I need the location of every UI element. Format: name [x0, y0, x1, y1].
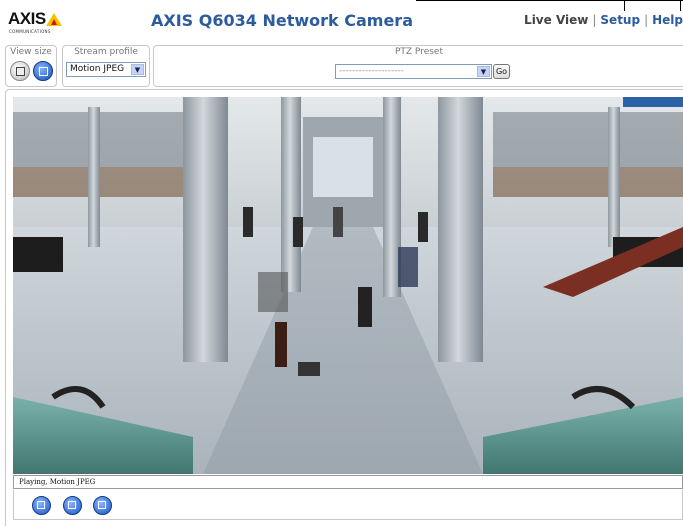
view-size-label: View size [10, 47, 52, 57]
axis-logo[interactable]: AXIS COMMUNICATIONS [8, 10, 66, 34]
snapshot-icon [68, 501, 76, 509]
control-bar: View size Stream profile Motion JPEG ▼ P… [0, 42, 683, 87]
stream-profile-group: Stream profile Motion JPEG ▼ [62, 45, 150, 87]
nav-live-view: Live View [524, 13, 589, 27]
ptz-preset-select[interactable]: -------------------- ▼ [335, 64, 492, 79]
nav-separator: | [592, 13, 597, 27]
ptz-go-button[interactable]: Go [493, 64, 510, 79]
logo-subtext: COMMUNICATIONS [9, 29, 51, 34]
fullscreen-button[interactable] [93, 496, 112, 515]
fullscreen-icon [98, 501, 106, 509]
playback-toolbar [13, 490, 683, 520]
header: AXIS COMMUNICATIONS AXIS Q6034 Network C… [0, 0, 683, 40]
status-bar: Playing, Motion JPEG [13, 475, 683, 489]
stop-icon [37, 501, 45, 509]
logo-text: AXIS [8, 9, 46, 28]
nav-setup-link[interactable]: Setup [600, 13, 640, 27]
half-size-button[interactable] [10, 61, 30, 81]
stop-button[interactable] [32, 496, 51, 515]
stream-profile-value: Motion JPEG [70, 64, 125, 74]
view-size-group: View size [5, 45, 57, 87]
nav-help-link[interactable]: Help [652, 13, 683, 27]
logo-triangle-inner [51, 19, 57, 25]
stream-profile-label: Stream profile [74, 47, 138, 57]
full-size-icon [39, 67, 48, 76]
full-size-button[interactable] [33, 61, 53, 81]
camera-image [13, 97, 683, 474]
chevron-down-icon[interactable]: ▼ [477, 66, 490, 77]
page-title: AXIS Q6034 Network Camera [151, 11, 413, 30]
nav-separator: | [644, 13, 649, 27]
top-nav: Live View | Setup | Help [524, 13, 683, 27]
snapshot-button[interactable] [63, 496, 82, 515]
stream-profile-select[interactable]: Motion JPEG ▼ [66, 62, 146, 77]
ptz-preset-group: PTZ Preset -------------------- ▼ Go [153, 45, 683, 87]
live-video-feed[interactable] [13, 97, 683, 474]
chevron-down-icon[interactable]: ▼ [131, 64, 144, 75]
half-size-icon [16, 67, 25, 76]
ptz-preset-label: PTZ Preset [394, 47, 443, 57]
ptz-preset-value: -------------------- [339, 66, 404, 76]
